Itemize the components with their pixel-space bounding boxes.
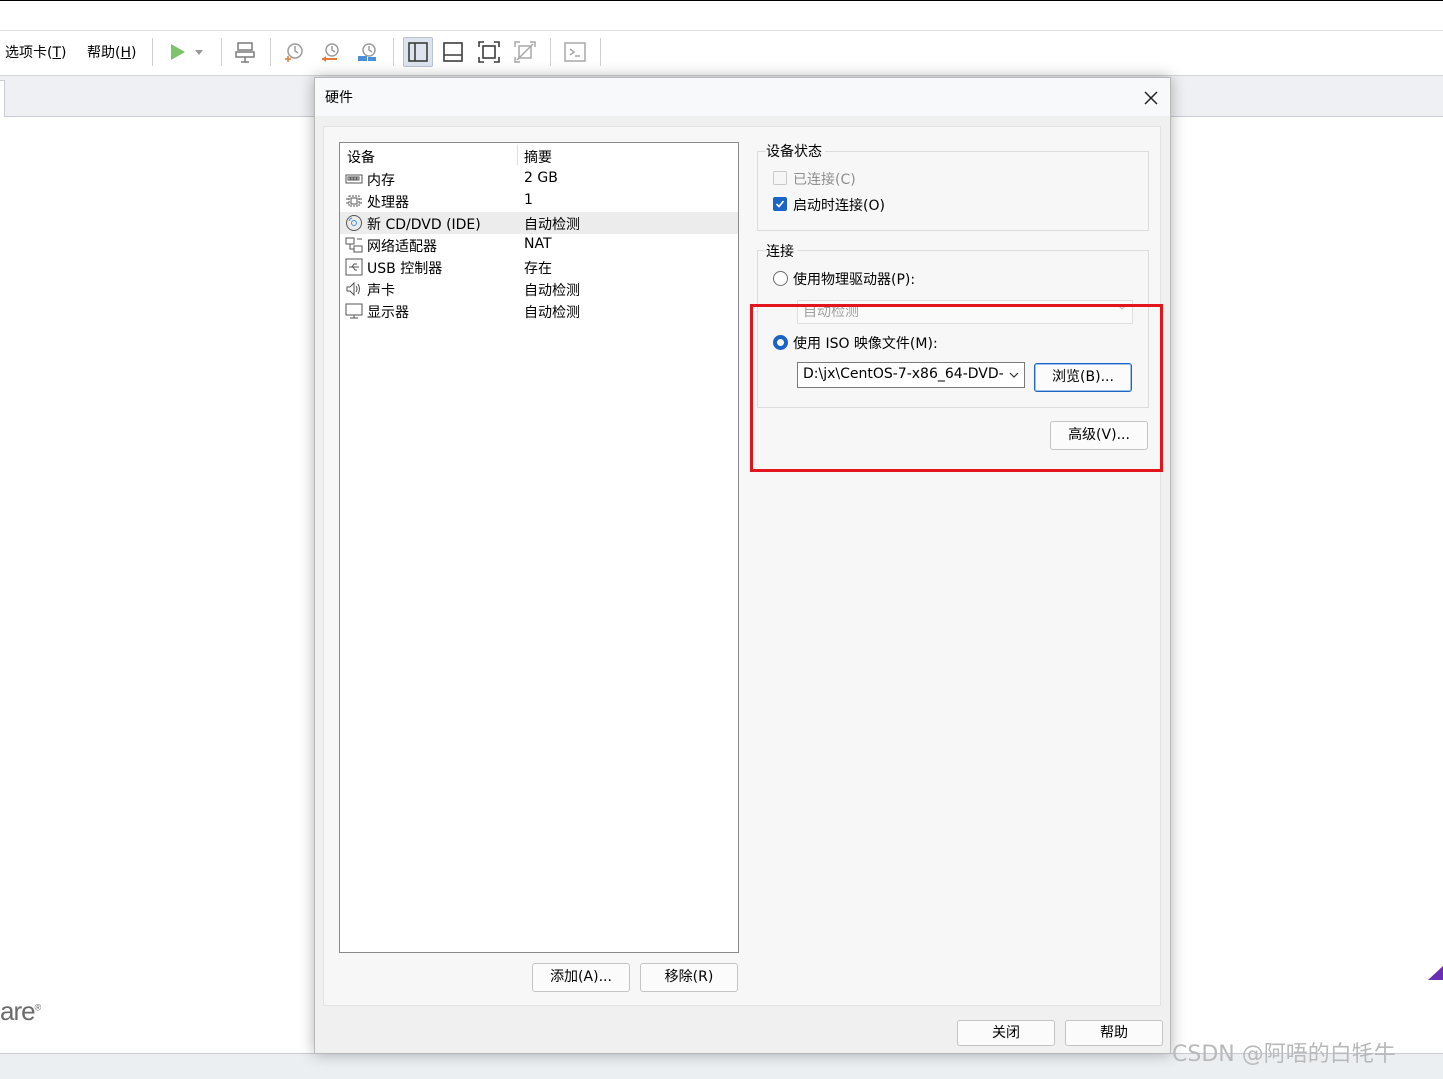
column-divider <box>517 145 518 165</box>
thumbnail-bar-icon[interactable] <box>439 38 467 66</box>
device-list[interactable]: 设备 摘要 内存 2 GB 处理器 1 新 CD/DVD (IDE) 自动检测 … <box>339 142 739 953</box>
brand-logo-text: are <box>0 996 36 1026</box>
device-summary: 自动检测 <box>524 283 580 299</box>
device-name: USB 控制器 <box>367 261 443 277</box>
send-keys-icon[interactable] <box>231 38 259 66</box>
device-list-header: 设备 摘要 <box>340 143 738 167</box>
connected-label: 已连接(C) <box>793 172 856 188</box>
snapshot-revert-icon[interactable] <box>317 38 345 66</box>
dialog-title-bar: 硬件 <box>315 78 1170 116</box>
device-summary: 存在 <box>524 261 552 277</box>
menu-help-accesskey: H <box>120 45 131 61</box>
memory-icon <box>345 174 363 184</box>
close-button[interactable]: 关闭 <box>957 1020 1055 1046</box>
corner-accent <box>1428 966 1443 980</box>
physical-drive-radio[interactable] <box>773 271 788 286</box>
device-row-network[interactable]: 网络适配器 NAT <box>340 234 738 256</box>
toolbar-separator <box>600 38 601 66</box>
dialog-title: 硬件 <box>325 90 353 106</box>
play-icon[interactable] <box>163 38 191 66</box>
toolbar-separator <box>393 38 394 66</box>
connected-checkbox[interactable] <box>773 171 787 185</box>
device-name: 网络适配器 <box>367 239 437 255</box>
device-name: 显示器 <box>367 305 409 321</box>
watermark-text: CSDN @阿唔的白牦牛 <box>1172 1042 1396 1067</box>
menu-help-close: ) <box>131 45 137 61</box>
dropdown-arrow-icon[interactable] <box>190 38 208 66</box>
connect-on-power-on-checkbox[interactable] <box>773 197 787 211</box>
unity-icon[interactable] <box>511 38 539 66</box>
device-name: 内存 <box>367 173 395 189</box>
device-summary: 1 <box>524 192 533 208</box>
device-name: 处理器 <box>367 195 409 211</box>
device-row-memory[interactable]: 内存 2 GB <box>340 168 738 190</box>
toolbar-separator <box>221 38 222 66</box>
usb-icon <box>345 258 363 276</box>
device-row-usb[interactable]: USB 控制器 存在 <box>340 256 738 278</box>
fullscreen-icon[interactable] <box>475 38 503 66</box>
menu-tabs-close: ) <box>61 45 67 61</box>
main-toolbar <box>0 31 1443 76</box>
display-icon <box>345 303 363 319</box>
device-summary: 2 GB <box>524 170 558 186</box>
device-name: 声卡 <box>367 283 395 299</box>
device-summary: 自动检测 <box>524 217 580 233</box>
physical-drive-label: 使用物理驱动器(P): <box>793 272 916 288</box>
column-header-device[interactable]: 设备 <box>347 147 375 167</box>
remove-device-button[interactable]: 移除(R) <box>640 963 738 992</box>
toolbar-separator <box>550 38 551 66</box>
device-status-group <box>757 151 1149 231</box>
device-row-sound[interactable]: 声卡 自动检测 <box>340 278 738 300</box>
column-header-summary[interactable]: 摘要 <box>524 147 552 167</box>
connection-label: 连接 <box>766 241 797 261</box>
device-row-processor[interactable]: 处理器 1 <box>340 190 738 212</box>
menu-help[interactable]: 帮助(H) <box>87 42 136 62</box>
toolbar-separator <box>270 38 271 66</box>
device-status-label: 设备状态 <box>766 141 825 161</box>
menu-tabs-label: 选项卡( <box>5 45 53 61</box>
menu-help-label: 帮助( <box>87 45 121 61</box>
processor-icon <box>346 195 362 207</box>
console-view-icon[interactable] <box>561 38 589 66</box>
highlight-annotation-box <box>750 304 1163 472</box>
hardware-dialog: 硬件 设备 摘要 内存 2 GB 处理器 1 新 CD/DVD (IDE) 自动… <box>314 77 1171 1054</box>
show-library-icon[interactable] <box>403 37 433 67</box>
checkmark-icon <box>775 200 785 208</box>
window-top-border <box>0 0 1443 1</box>
device-summary: 自动检测 <box>524 305 580 321</box>
add-device-button[interactable]: 添加(A)... <box>532 963 630 992</box>
device-name: 新 CD/DVD (IDE) <box>367 217 481 233</box>
toolbar-separator <box>152 38 153 66</box>
brand-logo: are® <box>0 996 42 1027</box>
snapshot-take-icon[interactable] <box>280 38 308 66</box>
tab-home[interactable] <box>0 80 5 117</box>
window-top-strip <box>0 0 1443 31</box>
network-adapter-icon <box>345 237 363 253</box>
device-row-display[interactable]: 显示器 自动检测 <box>340 300 738 322</box>
cd-dvd-icon <box>346 215 362 231</box>
sound-card-icon <box>346 281 360 297</box>
snapshot-manager-icon[interactable] <box>353 38 381 66</box>
menu-tabs[interactable]: 选项卡(T) <box>5 42 67 62</box>
close-icon[interactable] <box>1137 84 1165 112</box>
help-button[interactable]: 帮助 <box>1065 1020 1163 1046</box>
connect-on-power-on-label: 启动时连接(O) <box>793 198 885 214</box>
device-row-cd-dvd[interactable]: 新 CD/DVD (IDE) 自动检测 <box>340 212 738 234</box>
menu-tabs-accesskey: T <box>52 45 62 61</box>
device-summary: NAT <box>524 236 552 252</box>
brand-logo-reg: ® <box>34 1002 42 1013</box>
